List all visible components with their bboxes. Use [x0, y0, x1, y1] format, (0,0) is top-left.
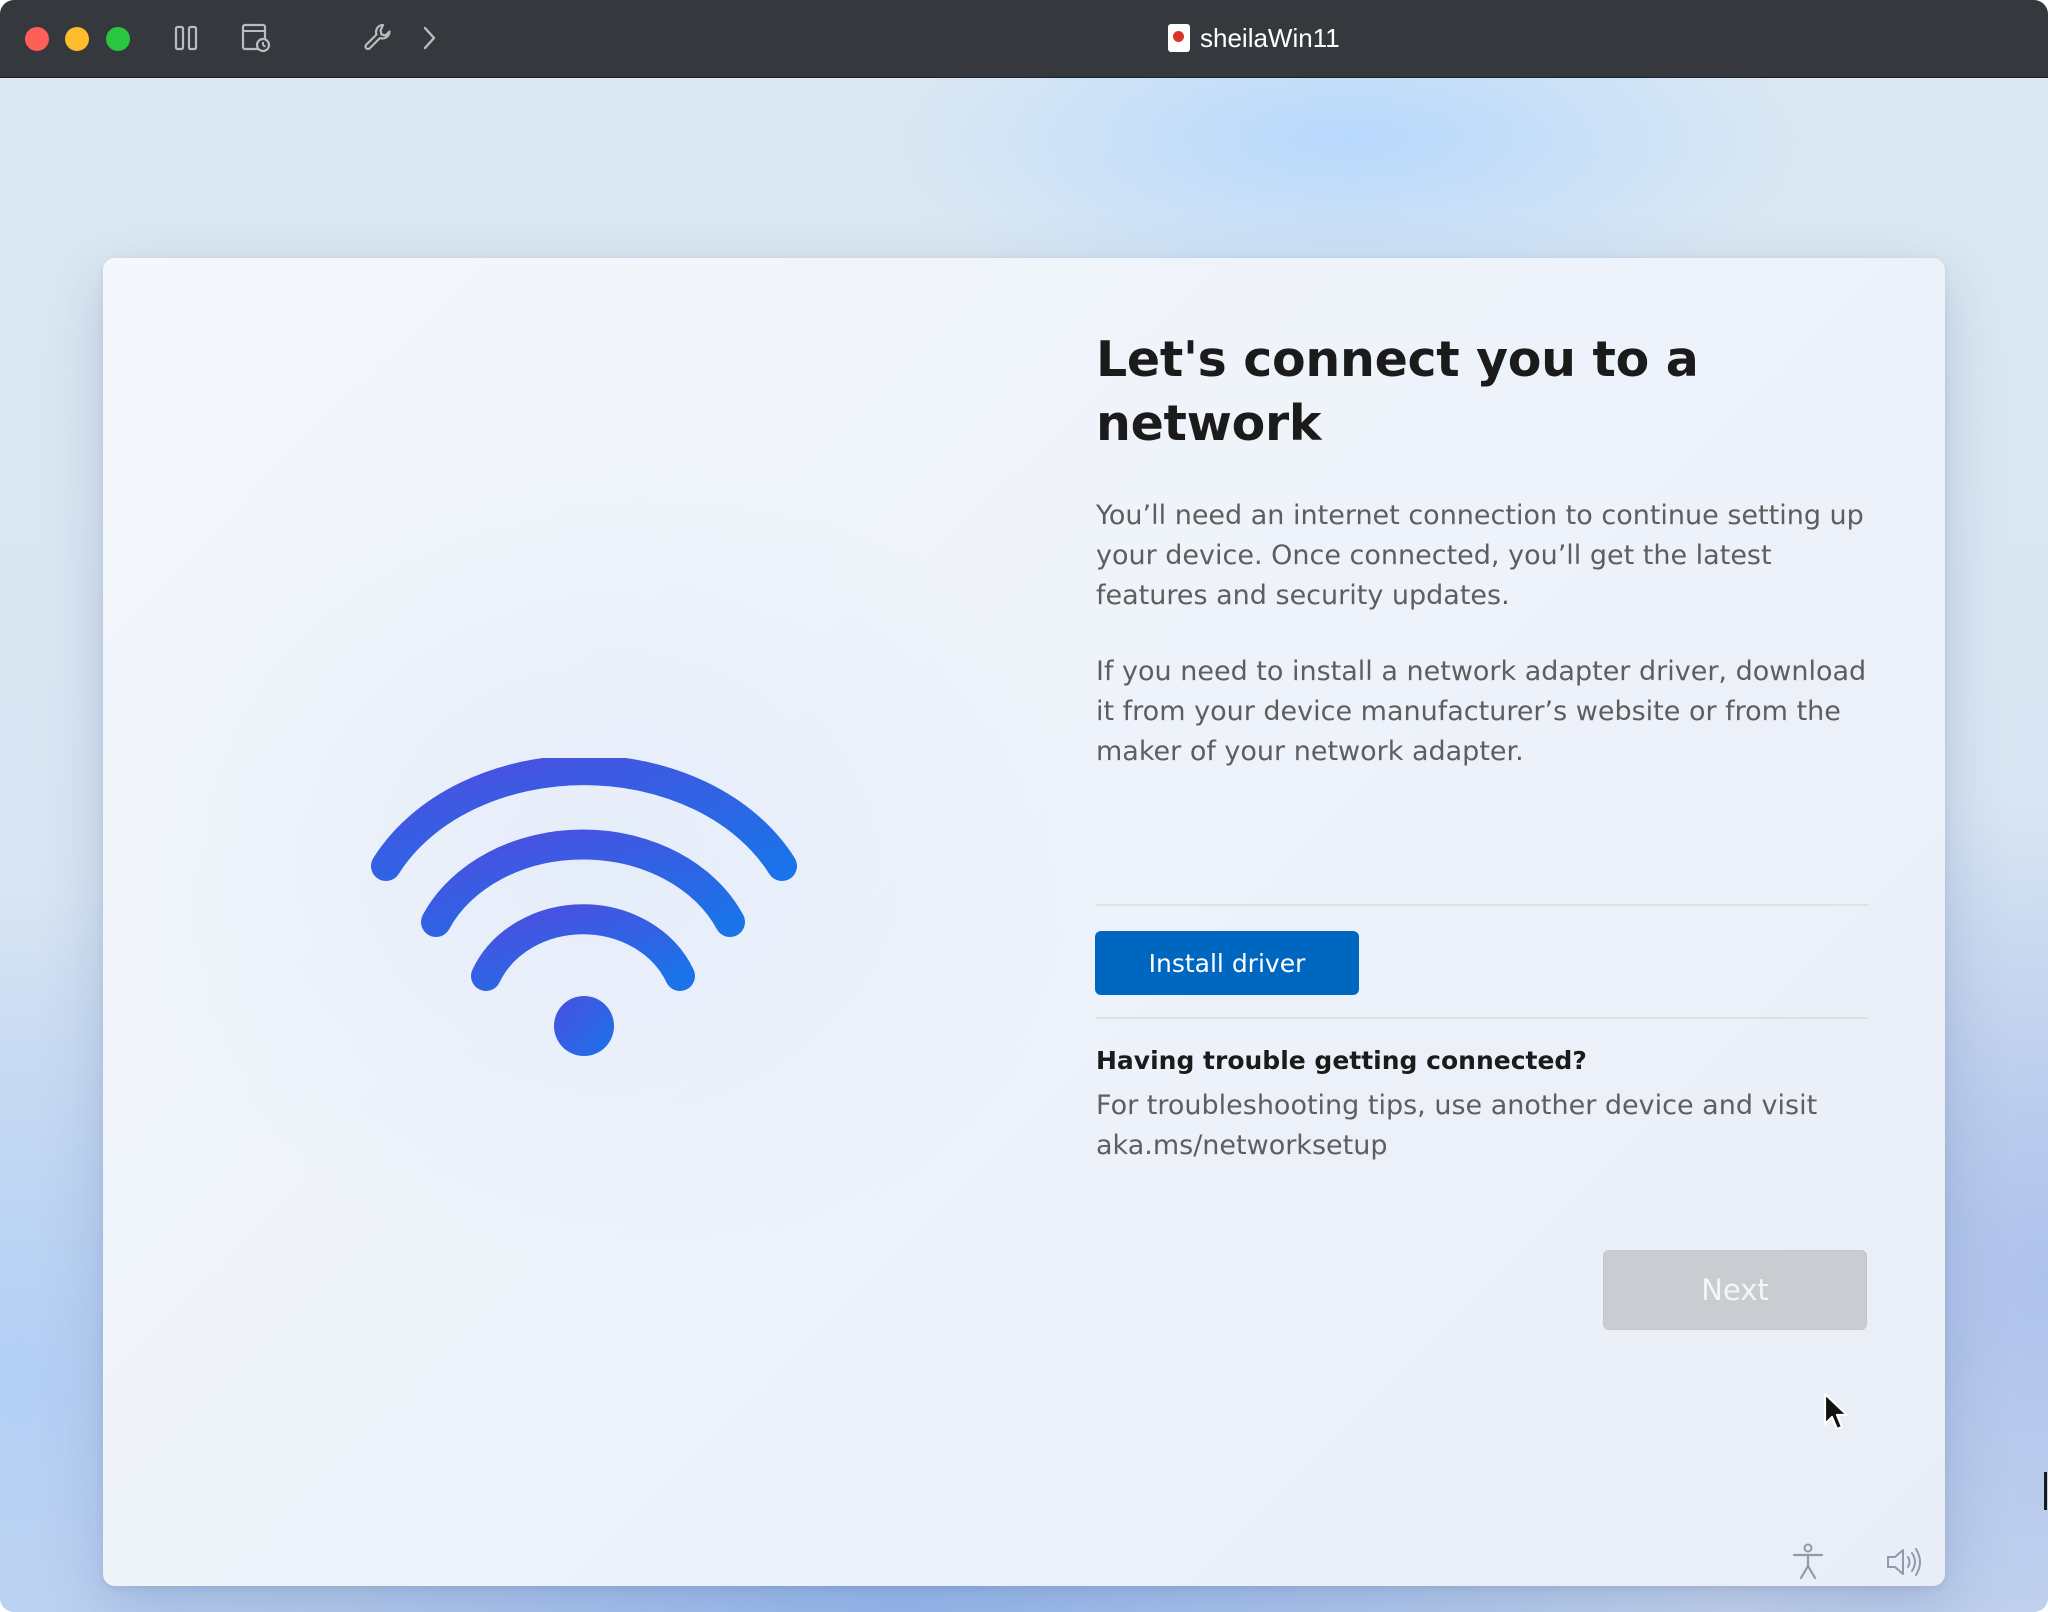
setup-card: Let's connect you to a network You’ll ne…: [103, 258, 1945, 1586]
divider-top: [1096, 904, 1868, 906]
page-title: Let's connect you to a network: [1096, 331, 1699, 452]
minimize-window-button[interactable]: [65, 27, 89, 51]
close-window-button[interactable]: [25, 27, 49, 51]
install-driver-button[interactable]: Install driver: [1095, 931, 1359, 995]
driver-paragraph: If you need to install a network adapter…: [1096, 656, 1867, 767]
document-icon: [1168, 24, 1190, 52]
title-bar: sheilaWin11: [0, 0, 2048, 78]
zoom-window-button[interactable]: [106, 27, 130, 51]
window-title-text: sheilaWin11: [1200, 22, 1340, 53]
next-button[interactable]: Next: [1603, 1250, 1867, 1330]
scrollbar-edge: [2044, 1472, 2047, 1510]
wrench-icon[interactable]: [361, 20, 395, 56]
mouse-cursor-icon: [1823, 1392, 1849, 1431]
setup-content: Let's connect you to a network You’ll ne…: [1096, 328, 1876, 767]
volume-icon[interactable]: [1884, 1542, 1924, 1582]
pause-icon[interactable]: [171, 20, 201, 56]
wifi-icon: [371, 758, 797, 1056]
chevron-right-icon[interactable]: [419, 20, 439, 56]
trouble-text: For troubleshooting tips, use another de…: [1096, 1090, 1818, 1161]
intro-paragraph: You’ll need an internet connection to co…: [1096, 500, 1864, 611]
vm-window: sheilaWin11 Let's connect you to a netwo…: [0, 0, 2048, 1612]
vm-screen: Let's connect you to a network You’ll ne…: [0, 78, 2048, 1612]
divider-bottom: [1096, 1017, 1868, 1019]
snapshot-icon[interactable]: [239, 20, 273, 56]
accessibility-icon[interactable]: [1788, 1542, 1828, 1582]
window-title: sheilaWin11: [1168, 18, 1340, 58]
trouble-heading: Having trouble getting connected?: [1096, 1046, 1587, 1075]
